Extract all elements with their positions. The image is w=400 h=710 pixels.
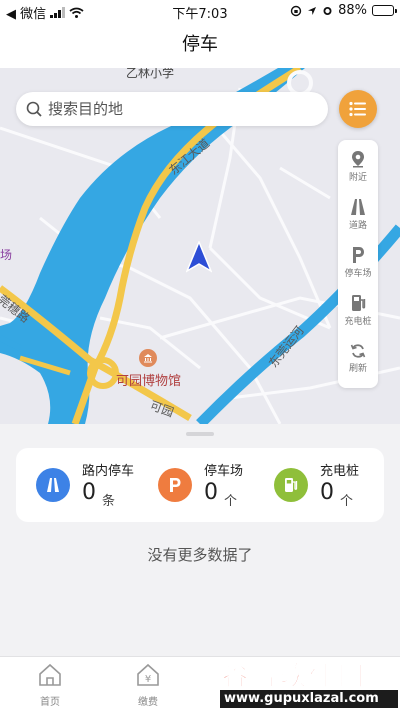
tool-nearby[interactable]: 附近 — [338, 142, 378, 190]
parking-p-icon — [353, 246, 364, 263]
tool-road[interactable]: 道路 — [338, 190, 378, 238]
refresh-icon — [350, 343, 366, 358]
tool-label-nearby: 附近 — [348, 172, 367, 183]
empty-message: 没有更多数据了 — [147, 546, 253, 564]
stat-unit: 个 — [340, 494, 354, 509]
search-input[interactable] — [48, 100, 308, 118]
stat-parking-lot[interactable]: 停车场 0 个 — [158, 460, 278, 510]
parking-lot-icon — [158, 468, 192, 502]
svg-text:¥: ¥ — [145, 674, 151, 685]
stat-count: 0 — [204, 480, 218, 505]
current-location-arrow-icon — [186, 241, 212, 273]
search-icon — [26, 101, 42, 117]
stat-count: 0 — [82, 480, 96, 505]
charging-station-icon — [352, 294, 366, 311]
status-right: 88% — [290, 3, 397, 18]
tool-label-refresh: 刷新 — [348, 363, 367, 374]
orientation-lock-icon — [290, 5, 302, 16]
battery-icon — [372, 5, 397, 16]
stat-street-parking[interactable]: 路内停车 0 条 — [36, 460, 156, 510]
battery-percent: 88% — [338, 3, 367, 18]
tool-label-charging: 充电桩 — [344, 316, 372, 327]
stat-charging-pile[interactable]: 充电桩 0 个 — [274, 460, 394, 510]
page-title: 停车 — [182, 34, 218, 55]
stat-title: 路内停车 — [82, 464, 135, 479]
status-bar: ◀ 微信 下午7:03 88% — [0, 0, 400, 22]
stats-card: 路内停车 0 条 停车场 0 个 充电桩 0 个 — [16, 448, 384, 522]
tab-payment[interactable]: ¥ 缴费 — [118, 663, 178, 708]
stat-unit: 条 — [102, 494, 116, 509]
watermark-title: 谷普软件园 — [221, 662, 368, 693]
map-label-museum[interactable]: 可园博物馆 — [116, 370, 181, 389]
road-icon — [351, 198, 365, 215]
tab-label-payment: 缴费 — [138, 697, 158, 708]
tool-label-road: 道路 — [348, 220, 367, 231]
watermark: 谷普软件园 www.gupuxlazal.com — [218, 656, 400, 710]
nav-bar: 停车 — [0, 22, 400, 68]
list-view-button[interactable] — [339, 90, 377, 128]
map-tool-panel: 附近 道路 停车场 充电桩 刷新 — [338, 140, 378, 388]
search-bar[interactable] — [16, 92, 328, 126]
location-arrow-icon — [308, 6, 317, 15]
tab-label-home: 首页 — [40, 697, 60, 708]
stat-count: 0 — [320, 480, 334, 505]
tool-refresh[interactable]: 刷新 — [338, 334, 378, 382]
tool-charging[interactable]: 充电桩 — [338, 286, 378, 334]
home-icon — [39, 663, 61, 686]
map-label-school: 乙林小学 — [126, 68, 175, 80]
map-label-place-left: 场 — [0, 248, 13, 262]
road-parking-icon — [36, 468, 70, 502]
drag-handle[interactable] — [186, 432, 214, 436]
tool-label-parking: 停车场 — [344, 268, 372, 279]
watermark-url: www.gupuxlazal.com — [220, 690, 398, 708]
museum-icon[interactable] — [139, 349, 157, 367]
location-pin-icon — [352, 150, 364, 167]
stat-title: 停车场 — [204, 464, 244, 479]
alarm-icon — [323, 7, 332, 15]
list-icon — [349, 101, 366, 117]
stat-unit: 个 — [224, 494, 238, 509]
tool-parking[interactable]: 停车场 — [338, 238, 378, 286]
charging-pile-icon — [274, 468, 308, 502]
bottom-sheet: 路内停车 0 条 停车场 0 个 充电桩 0 个 没有更多数据了 — [0, 424, 400, 656]
tab-home[interactable]: 首页 — [20, 663, 80, 708]
stat-title: 充电桩 — [320, 464, 360, 479]
payment-icon: ¥ — [137, 663, 159, 686]
map-view[interactable]: 乙林小学 东江大道 莞穗路 可园 东莞运河 场 东城 可园博物馆 — [0, 68, 400, 424]
